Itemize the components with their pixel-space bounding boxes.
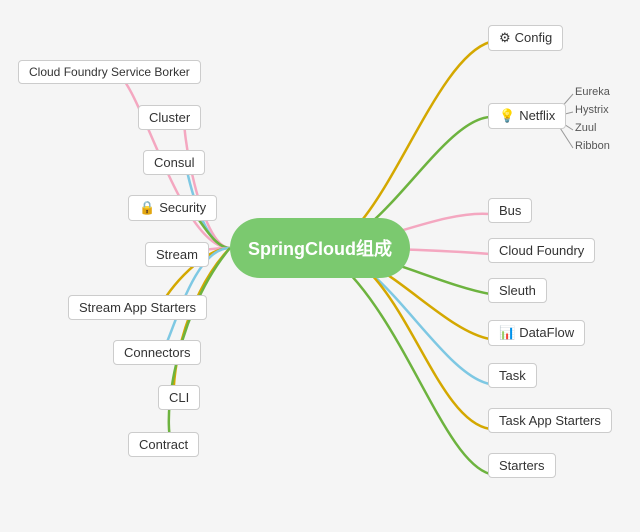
node-label: Bus [499,203,521,218]
node-label: Connectors [124,345,190,360]
node-label: Stream [156,247,198,262]
node-cluster[interactable]: Cluster [138,105,201,130]
node-task-app-starters[interactable]: Task App Starters [488,408,612,433]
node-contract[interactable]: Contract [128,432,199,457]
node-label: Sleuth [499,283,536,298]
node-dataflow[interactable]: 📊 DataFlow [488,320,585,346]
lock-icon: 🔒 [139,200,155,215]
node-label: Task [499,368,526,383]
node-connectors[interactable]: Connectors [113,340,201,365]
node-label: Config [515,30,553,45]
sub-zuul: Zuul [575,122,596,134]
sub-hystrix: Hystrix [575,104,609,116]
node-task[interactable]: Task [488,363,537,388]
mind-map-container: SpringCloud组成 Cloud Foundry Service Bork… [0,0,640,532]
node-starters[interactable]: Starters [488,453,556,478]
node-stream[interactable]: Stream [145,242,209,267]
node-security[interactable]: 🔒 Security [128,195,217,221]
node-bus[interactable]: Bus [488,198,532,223]
node-config[interactable]: ⚙ Config [488,25,563,51]
dataflow-icon: 📊 [499,325,515,340]
node-label: CLI [169,390,189,405]
node-label: Stream App Starters [79,300,196,315]
gear-icon: ⚙ [499,30,511,45]
node-label: Cloud Foundry Service Borker [29,65,190,79]
sub-ribbon: Ribbon [575,140,610,152]
node-label: Cloud Foundry [499,243,584,258]
node-cloud-foundry-service[interactable]: Cloud Foundry Service Borker [18,60,201,84]
node-label: Starters [499,458,545,473]
node-label: Consul [154,155,194,170]
node-stream-app-starters[interactable]: Stream App Starters [68,295,207,320]
node-sleuth[interactable]: Sleuth [488,278,547,303]
node-label: Netflix [519,108,555,123]
node-consul[interactable]: Consul [143,150,205,175]
node-label: Cluster [149,110,190,125]
sub-eureka: Eureka [575,86,610,98]
node-label: DataFlow [519,325,574,340]
node-cloud-foundry[interactable]: Cloud Foundry [488,238,595,263]
node-label: Contract [139,437,188,452]
node-label: Security [159,200,206,215]
bulb-icon: 💡 [499,108,515,123]
node-netflix[interactable]: 💡 Netflix [488,103,566,129]
center-label: SpringCloud组成 [248,235,392,261]
center-node: SpringCloud组成 [230,218,410,278]
node-label: Task App Starters [499,413,601,428]
node-cli[interactable]: CLI [158,385,200,410]
